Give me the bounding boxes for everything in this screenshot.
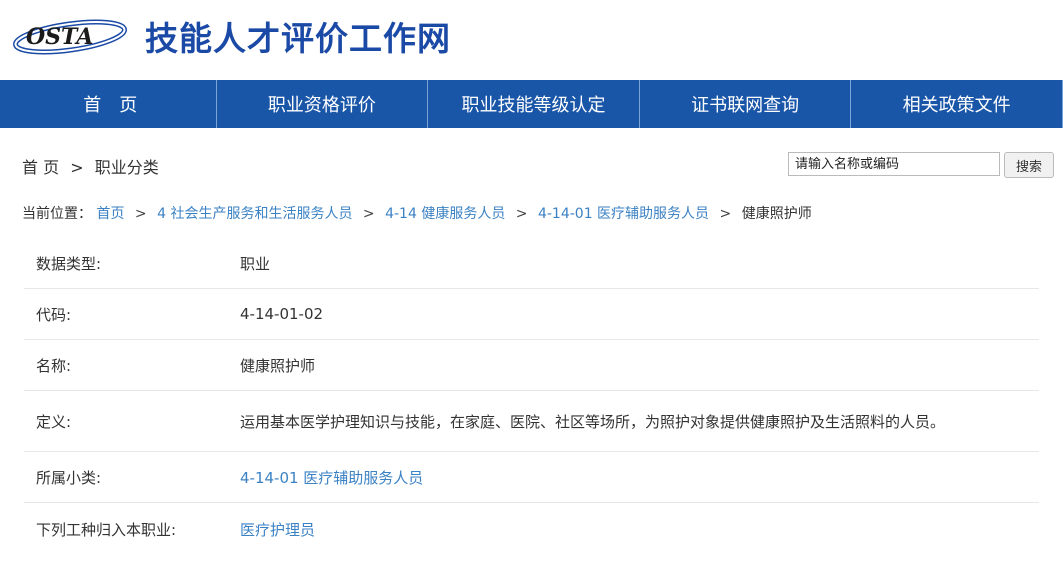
- detail-row-name: 名称: 健康照护师: [24, 340, 1039, 391]
- detail-value: 4-14-01-02: [240, 305, 324, 323]
- detail-row-code: 代码: 4-14-01-02: [24, 289, 1039, 340]
- detail-label: 定义:: [36, 412, 72, 431]
- position-current: 健康照护师: [741, 206, 812, 222]
- breadcrumb-current: 职业分类: [94, 158, 159, 177]
- position-link-category-4-14-01[interactable]: 4-14-01 医疗辅助服务人员: [538, 206, 709, 222]
- position-separator: >: [515, 206, 528, 222]
- detail-label: 名称:: [36, 356, 72, 375]
- breadcrumb-separator: >: [70, 158, 84, 177]
- main-nav: 首 页 职业资格评价 职业技能等级认定 证书联网查询 相关政策文件: [0, 80, 1063, 128]
- nav-item-policy-documents[interactable]: 相关政策文件: [850, 80, 1063, 128]
- position-separator: >: [719, 206, 732, 222]
- detail-label: 所属小类:: [36, 468, 102, 487]
- detail-value: 运用基本医学护理知识与技能，在家庭、医院、社区等场所，为照护对象提供健康照护及生…: [240, 412, 946, 431]
- detail-row-definition: 定义: 运用基本医学护理知识与技能，在家庭、医院、社区等场所，为照护对象提供健康…: [24, 391, 1039, 452]
- detail-row-job-types: 下列工种归入本职业: 医疗护理员: [24, 503, 1039, 555]
- position-link-category-4-14[interactable]: 4-14 健康服务人员: [385, 206, 505, 222]
- nav-item-skill-level-certification[interactable]: 职业技能等级认定: [427, 80, 639, 128]
- svg-text:OSTA: OSTA: [26, 24, 93, 50]
- nav-item-certificate-query[interactable]: 证书联网查询: [638, 80, 851, 128]
- detail-value: 职业: [240, 254, 271, 273]
- position-separator: >: [362, 206, 375, 222]
- job-type-link[interactable]: 医疗护理员: [240, 519, 315, 540]
- breadcrumb-home[interactable]: 首 页: [22, 158, 59, 177]
- detail-value: 健康照护师: [240, 356, 316, 375]
- site-title: 技能人才评价工作网: [145, 19, 451, 58]
- nav-item-qualification-evaluation[interactable]: 职业资格评价: [215, 80, 428, 128]
- nav-item-home[interactable]: 首 页: [0, 80, 216, 128]
- subcategory-link[interactable]: 4-14-01 医疗辅助服务人员: [240, 467, 423, 488]
- detail-label: 下列工种归入本职业:: [36, 520, 177, 539]
- breadcrumb: 首 页 > 职业分类: [22, 154, 159, 178]
- detail-label: 代码:: [36, 305, 72, 324]
- detail-label: 数据类型:: [36, 254, 102, 273]
- site-header: OSTA 技能人才评价工作网: [0, 0, 1063, 80]
- position-link-home[interactable]: 首页: [96, 206, 124, 222]
- occupation-details: 数据类型: 职业 代码: 4-14-01-02 名称: 健康照护师 定义: 运用…: [24, 238, 1039, 555]
- detail-row-data-type: 数据类型: 职业: [24, 238, 1039, 289]
- search-button[interactable]: 搜索: [1004, 152, 1054, 178]
- search-input[interactable]: [788, 152, 1000, 176]
- osta-logo[interactable]: OSTA: [12, 10, 132, 56]
- breadcrumb-search-row: 首 页 > 职业分类 搜索: [22, 150, 1054, 182]
- detail-row-subcategory: 所属小类: 4-14-01 医疗辅助服务人员: [24, 452, 1039, 503]
- current-position: 当前位置： 首页 > 4 社会生产服务和生活服务人员 > 4-14 健康服务人员…: [22, 203, 812, 223]
- position-separator: >: [134, 206, 147, 222]
- position-label: 当前位置：: [22, 206, 92, 222]
- position-link-category-4[interactable]: 4 社会生产服务和生活服务人员: [157, 206, 352, 222]
